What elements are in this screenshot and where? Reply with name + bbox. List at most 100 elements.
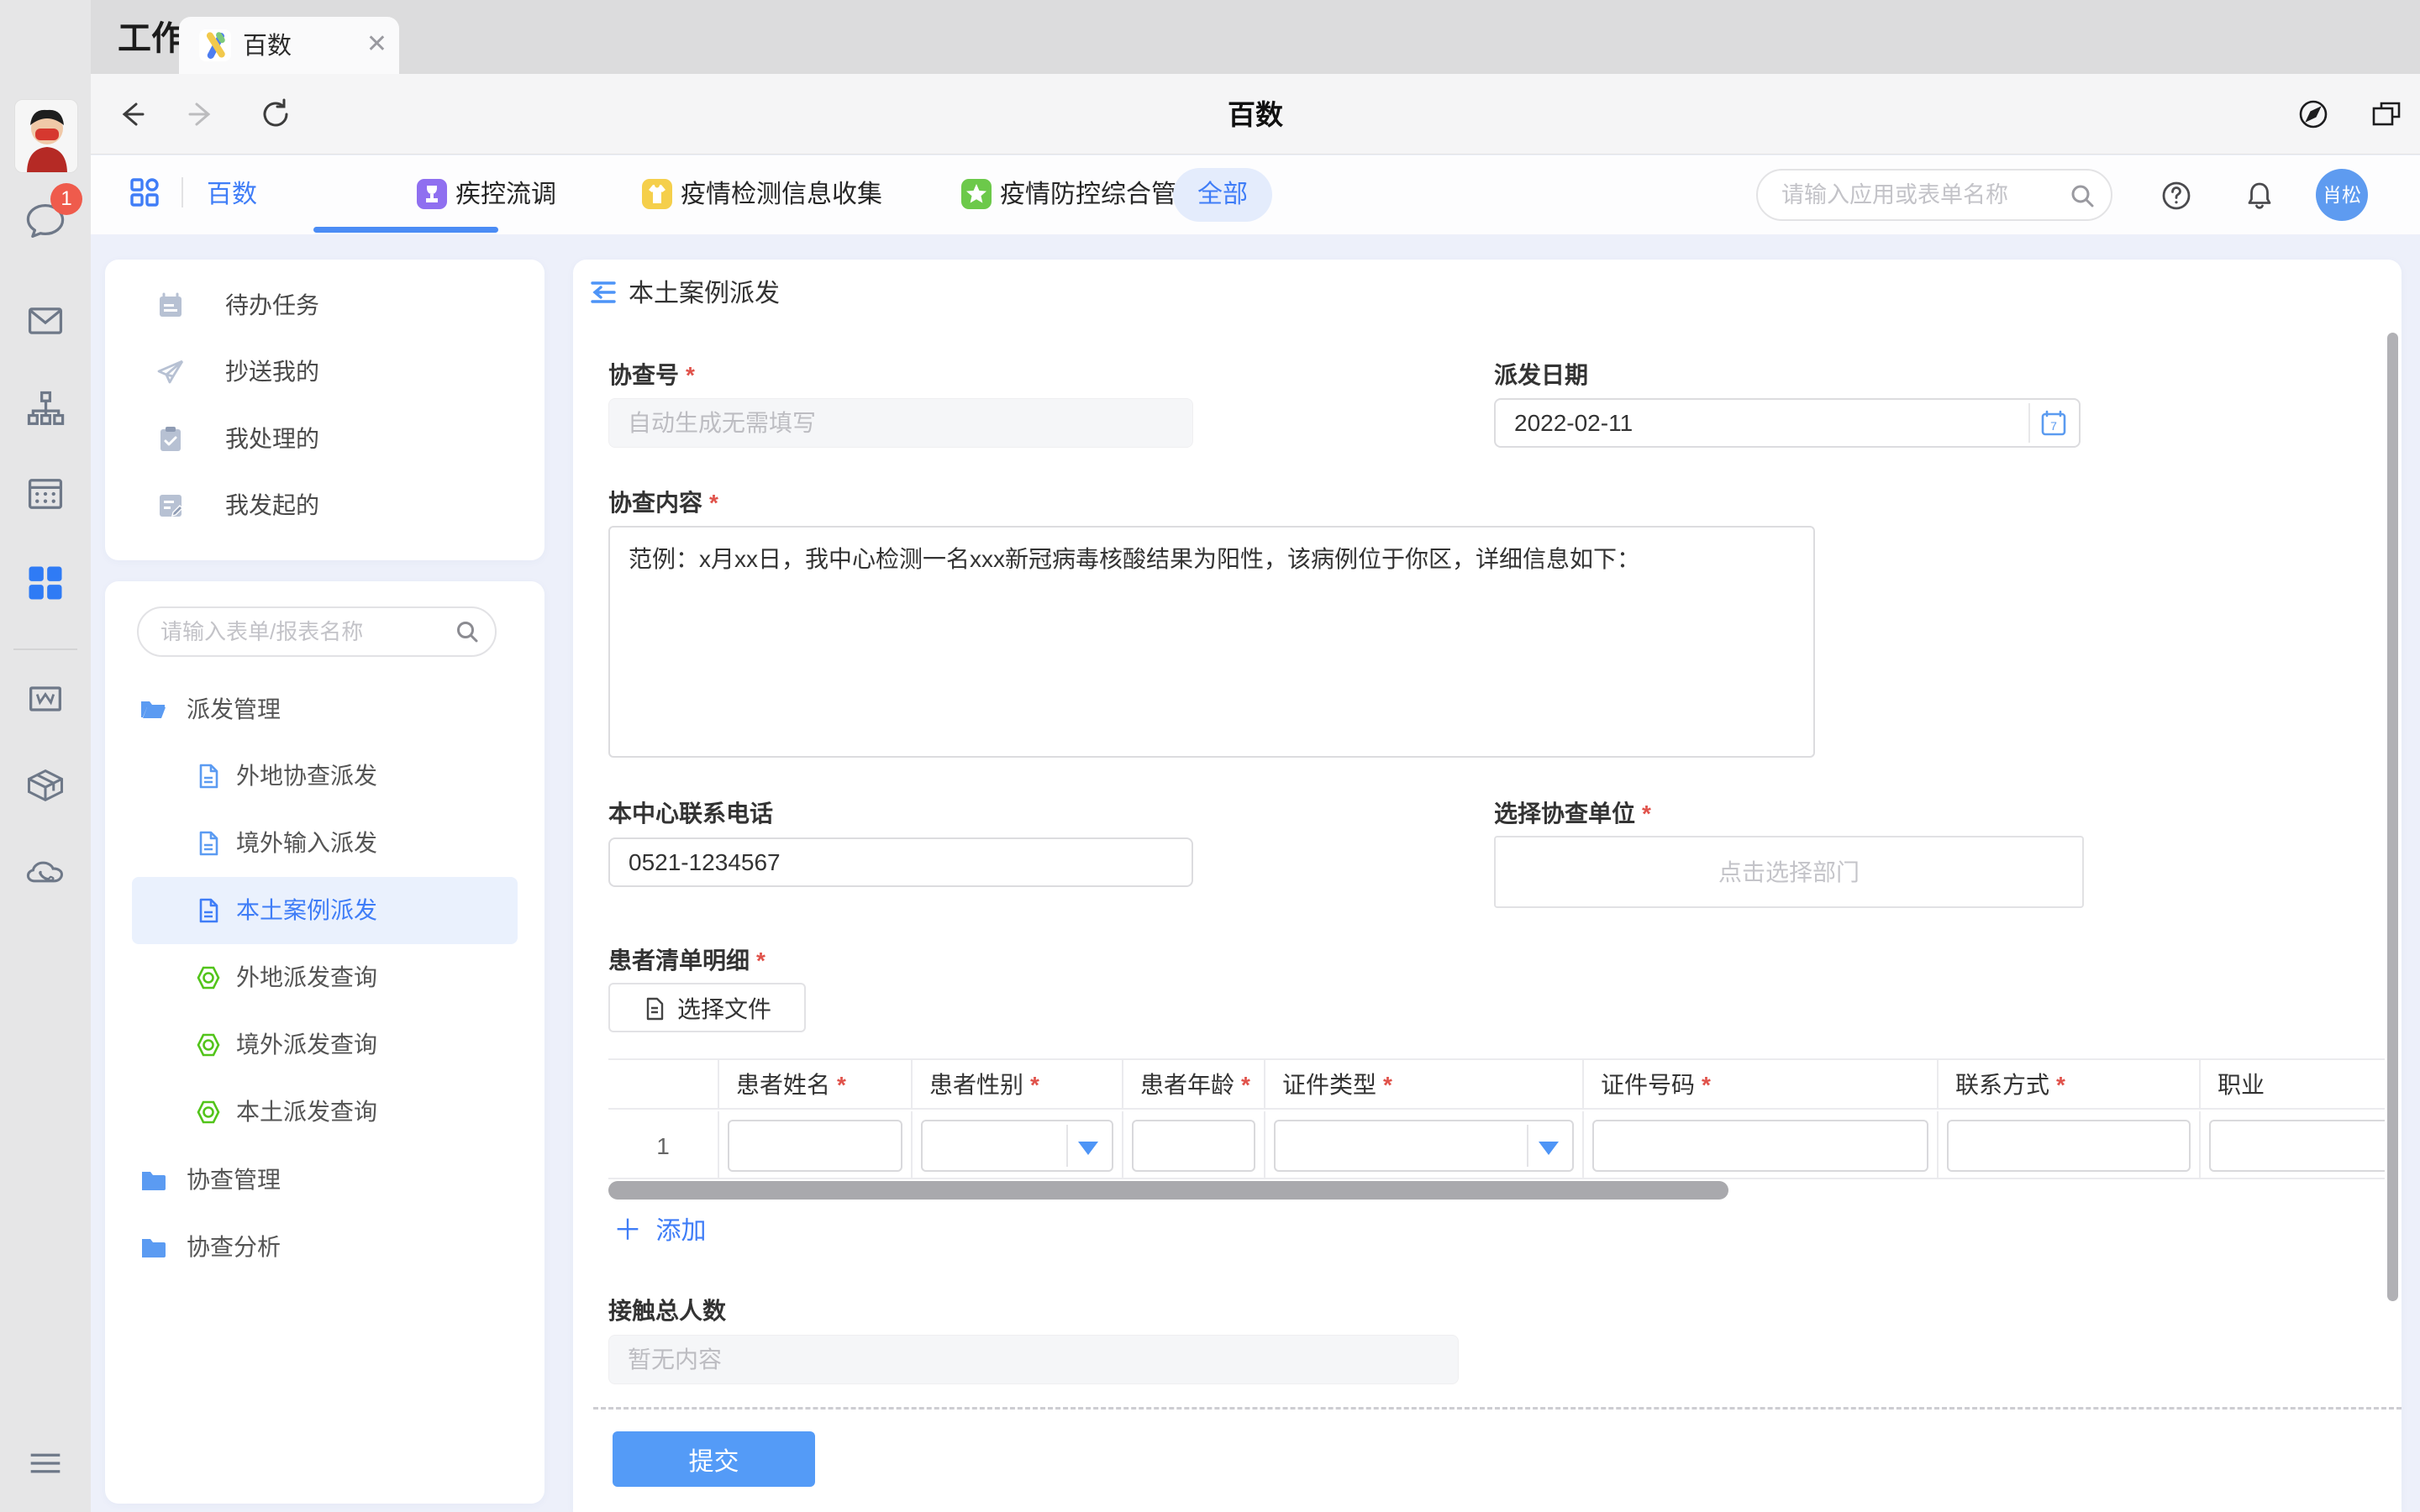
- app-search-box[interactable]: [1756, 169, 2112, 221]
- screen: 1: [0, 0, 2420, 1512]
- sidebar-item-cc[interactable]: 抄送我的: [105, 342, 544, 402]
- workbench-apps-icon[interactable]: [24, 561, 67, 605]
- apps-grid-icon[interactable]: [128, 176, 161, 209]
- tree-item-waidi-query[interactable]: 外地派发查询: [105, 944, 544, 1011]
- form-card: 本土案例派发 协查号* 派发日期 7: [573, 260, 2402, 1512]
- tree-item-waidi-xiecha[interactable]: 外地协查派发: [105, 743, 544, 810]
- tasks-nav-card: 待办任务 抄送我的 我处理的 我发起的: [105, 260, 544, 560]
- required-marker: *: [686, 362, 695, 388]
- sidebar-item-initiated[interactable]: 我发起的: [105, 475, 544, 536]
- dropdown-arrow-icon[interactable]: [1078, 1142, 1098, 1155]
- collapse-panel-icon[interactable]: [588, 277, 618, 307]
- tree-item-bentu-query[interactable]: 本土派发查询: [105, 1079, 544, 1146]
- form-vertical-scrollbar[interactable]: [2387, 333, 2398, 1301]
- mail-icon[interactable]: [24, 299, 67, 343]
- table-horizontal-scrollbar[interactable]: [608, 1181, 1728, 1200]
- center-phone-input[interactable]: [608, 837, 1193, 887]
- nav-home-baishu[interactable]: 百数: [207, 155, 257, 234]
- tree-search-box[interactable]: [137, 606, 497, 657]
- add-row-button[interactable]: ＋ 添加: [613, 1207, 706, 1247]
- query-gear-icon: [194, 1031, 223, 1059]
- form-tree-card: 派发管理 外地协查派发 境外输入派发 本土案例派发: [105, 581, 544, 1504]
- folder-icon: [139, 1166, 167, 1194]
- rail-divider: [13, 648, 77, 650]
- svg-text:7: 7: [2050, 419, 2057, 433]
- search-icon[interactable]: [455, 619, 480, 644]
- tree-item-bentu-anli-selected[interactable]: 本土案例派发: [132, 877, 518, 944]
- tree-label: 派发管理: [187, 676, 281, 743]
- calendar-apps-icon[interactable]: [24, 472, 67, 516]
- tree-label: 境外输入派发: [236, 810, 377, 877]
- col-rownum: [608, 1060, 719, 1108]
- app-label: 疫情检测信息收集: [681, 155, 882, 234]
- paper-plane-icon: [155, 356, 187, 388]
- discover-compass-icon[interactable]: [2296, 97, 2330, 131]
- tab-close-icon[interactable]: ✕: [366, 17, 387, 74]
- form-doc-icon: [194, 829, 223, 858]
- sidebar-item-todo[interactable]: 待办任务: [105, 276, 544, 336]
- tree-folder-xiecha-mgmt[interactable]: 协查管理: [105, 1147, 544, 1214]
- chat-unread-badge: 1: [50, 183, 82, 215]
- notification-bell-icon[interactable]: [2243, 179, 2276, 213]
- tree-item-jingwai-query[interactable]: 境外派发查询: [105, 1011, 544, 1079]
- patient-table: 患者姓名* 患者性别* 患者年龄* 证件类型* 证件号码* 联系方式* 职业 1: [608, 1058, 2385, 1179]
- org-chart-icon[interactable]: [24, 387, 67, 431]
- active-document-tab[interactable]: 百数 ✕: [179, 17, 399, 74]
- patient-age-input[interactable]: [1132, 1120, 1255, 1172]
- patient-table-header: 患者姓名* 患者性别* 患者年龄* 证件类型* 证件号码* 联系方式* 职业: [608, 1060, 2385, 1110]
- hamburger-menu-icon[interactable]: [24, 1441, 67, 1485]
- sidebar-item-label: 我处理的: [225, 409, 319, 470]
- contact-total-input[interactable]: [608, 1335, 1459, 1384]
- tree-folder-dispatch-mgmt[interactable]: 派发管理: [105, 676, 544, 743]
- patient-name-input[interactable]: [728, 1120, 902, 1172]
- query-gear-icon: [194, 1098, 223, 1126]
- tree-label: 境外派发查询: [236, 1011, 377, 1079]
- user-photo-avatar[interactable]: [14, 99, 78, 173]
- sidebar-item-processed[interactable]: 我处理的: [105, 409, 544, 470]
- folder-open-icon: [139, 696, 167, 724]
- choose-file-button[interactable]: 选择文件: [608, 983, 806, 1032]
- window-tab-strip: 工作台 百数 ✕: [91, 0, 2420, 74]
- tree-folder-xiecha-analysis[interactable]: 协查分析: [105, 1214, 544, 1281]
- app-search-input[interactable]: [1781, 171, 2059, 219]
- tree-item-jingwai-shuru[interactable]: 境外输入派发: [105, 810, 544, 877]
- all-apps-pill[interactable]: 全部: [1173, 168, 1272, 222]
- app-nav-bar: 百数 疾控流调 疫情检测信息收集 疫情防控综合管理 全部: [91, 155, 2420, 234]
- select-department-box[interactable]: 点击选择部门: [1494, 836, 2084, 908]
- open-in-window-icon[interactable]: [2370, 97, 2403, 131]
- w-docs-icon[interactable]: [24, 677, 67, 721]
- sidebar-item-label: 我发起的: [225, 475, 319, 536]
- cert-type-select[interactable]: [1274, 1120, 1574, 1172]
- user-avatar[interactable]: 肖松: [2316, 169, 2368, 221]
- sidebar-item-label: 待办任务: [225, 276, 319, 336]
- field-label-dispatch-date: 派发日期: [1494, 357, 1588, 391]
- tree-search-input[interactable]: [160, 608, 438, 655]
- sidebar-item-label: 抄送我的: [225, 342, 319, 402]
- col-age: 患者年龄*: [1123, 1060, 1265, 1108]
- case-no-input[interactable]: [608, 398, 1193, 448]
- plus-icon: ＋: [613, 1207, 642, 1248]
- contact-input[interactable]: [1947, 1120, 2191, 1172]
- required-marker: *: [1642, 801, 1651, 827]
- submit-button[interactable]: 提交: [613, 1431, 815, 1487]
- search-icon[interactable]: [2069, 182, 2096, 209]
- cube-icon[interactable]: [24, 764, 67, 807]
- dispatch-date-field[interactable]: 7: [1494, 398, 2081, 448]
- dispatch-date-input[interactable]: [1496, 400, 2025, 446]
- help-icon[interactable]: [2160, 179, 2193, 213]
- dropdown-arrow-icon[interactable]: [1539, 1142, 1559, 1155]
- cert-no-input[interactable]: [1592, 1120, 1928, 1172]
- nav-divider: [182, 177, 183, 207]
- app-label: 疫情防控综合管理: [1000, 155, 1202, 234]
- file-doc-icon: [642, 996, 667, 1021]
- calendar-picker-icon[interactable]: 7: [2039, 409, 2068, 438]
- field-label-patient-list: 患者清单明细*: [608, 942, 765, 976]
- active-tab-underline: [313, 227, 498, 233]
- tree-label: 外地派发查询: [236, 944, 377, 1011]
- cloud-call-icon[interactable]: [24, 850, 67, 894]
- occupation-input[interactable]: [2209, 1120, 2385, 1172]
- patient-gender-select[interactable]: [921, 1120, 1113, 1172]
- assist-content-textarea[interactable]: 范例：x月xx日，我中心检测一名xxx新冠病毒核酸结果为阳性，该病例位于你区，详…: [608, 526, 1815, 758]
- clipboard-check-icon: [155, 423, 187, 455]
- choose-file-label: 选择文件: [677, 984, 771, 1034]
